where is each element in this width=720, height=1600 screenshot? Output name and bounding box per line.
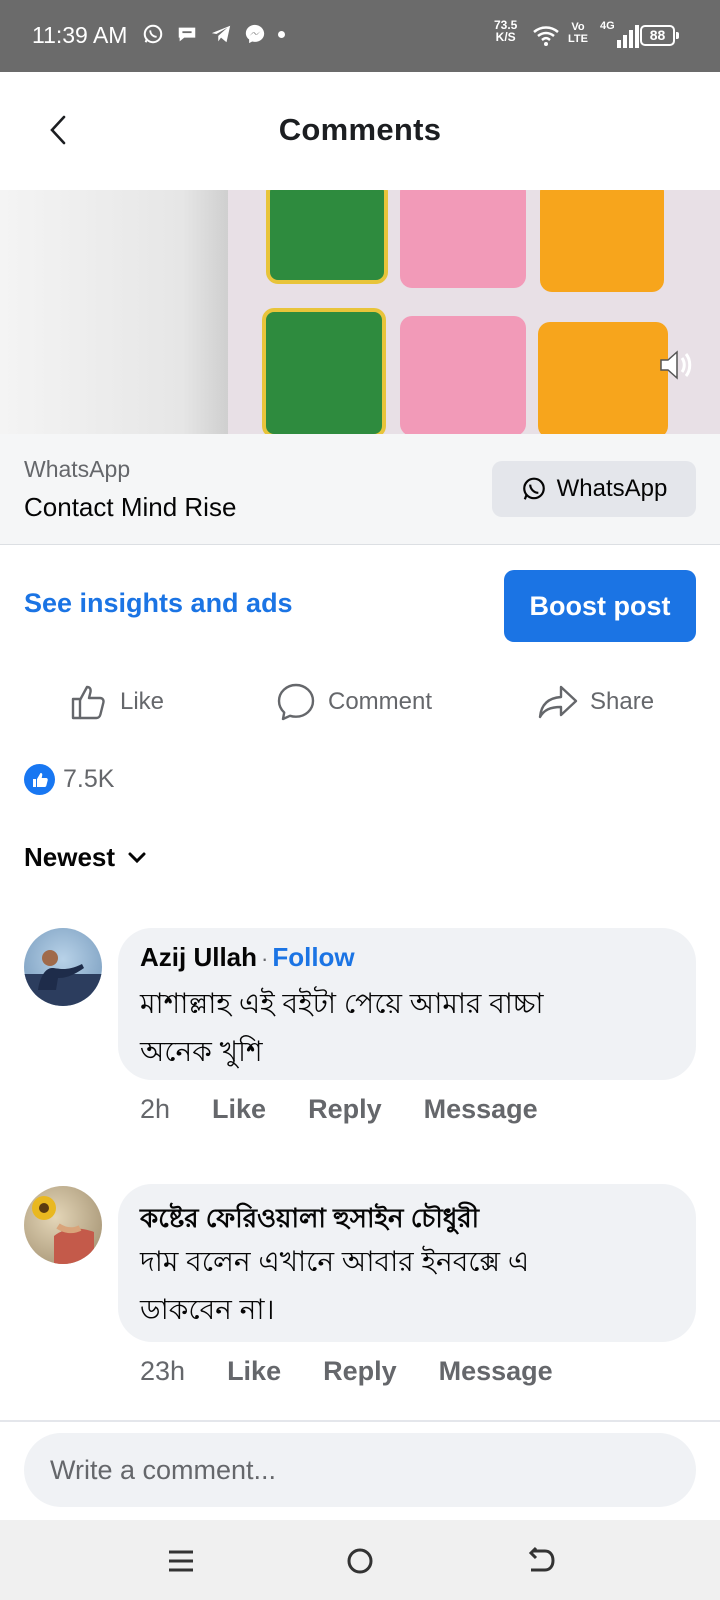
comment-reply-button[interactable]: Reply <box>323 1356 397 1387</box>
back-nav-button[interactable] <box>518 1538 564 1584</box>
comment-header: কষ্টের ফেরিওয়ালা হুসাইন চৌধুরী <box>140 1198 479 1242</box>
book-tile <box>540 190 664 292</box>
notification-icons <box>142 23 266 45</box>
comment-bubble: কষ্টের ফেরিওয়ালা হুসাইন চৌধুরী দাম বলেন… <box>118 1184 696 1342</box>
avatar-photo <box>32 1196 94 1264</box>
comment-author[interactable]: Azij Ullah <box>140 942 257 972</box>
divider <box>0 1420 720 1422</box>
like-action-button[interactable]: Like <box>70 680 164 724</box>
comment-sort-dropdown[interactable]: Newest <box>24 842 147 873</box>
book-tile <box>538 322 668 434</box>
comment-meta: 23h Like Reply Message <box>140 1356 595 1387</box>
comment-time: 2h <box>140 1094 171 1124</box>
see-insights-link[interactable]: See insights and ads <box>24 588 293 619</box>
chevron-down-icon <box>128 852 146 863</box>
volume-button[interactable] <box>652 342 698 388</box>
thumbs-up-icon <box>71 685 105 720</box>
volte-indicator: Vo LTE <box>568 21 588 45</box>
more-notifications-dot <box>278 31 285 38</box>
speaker-icon <box>660 350 692 380</box>
recents-button[interactable] <box>158 1538 204 1584</box>
chat-icon <box>178 27 196 42</box>
signal-icon: 4G <box>600 20 639 48</box>
share-arrow-icon <box>538 685 578 719</box>
status-bar: 11:39 AM 73.5 K/S Vo LTE 4G 88 <box>0 0 720 72</box>
reaction-count: 7.5K <box>63 765 115 793</box>
avatar-photo <box>24 950 102 1006</box>
comment-bubble-icon <box>277 683 315 721</box>
avatar[interactable] <box>24 1186 102 1264</box>
comment-input[interactable] <box>24 1433 696 1507</box>
back-arrow-icon <box>528 1546 555 1572</box>
comment-time: 23h <box>140 1356 186 1386</box>
post-video-preview[interactable] <box>0 190 720 434</box>
comment-like-button[interactable]: Like <box>212 1094 266 1125</box>
comment-text: মাশাল্লাহ এই বইটা পেয়ে আমার বাচ্চা অনেক… <box>140 988 544 1067</box>
like-reaction-icon <box>24 764 55 795</box>
share-action-button[interactable]: Share <box>538 680 654 724</box>
video-frame-left <box>0 190 228 434</box>
whatsapp-icon <box>522 477 545 500</box>
home-circle-icon <box>347 1548 373 1574</box>
whatsapp-cta-bar: WhatsApp Contact Mind Rise WhatsApp <box>0 434 720 545</box>
whatsapp-button-label: WhatsApp <box>556 475 668 502</box>
home-button[interactable] <box>337 1538 383 1584</box>
messenger-icon <box>245 24 265 44</box>
book-tile <box>400 190 526 288</box>
telegram-icon <box>211 25 231 43</box>
comment-message-button[interactable]: Message <box>424 1094 538 1125</box>
battery-indicator: 88 <box>640 25 679 46</box>
comment-reply-button[interactable]: Reply <box>308 1094 382 1125</box>
comment-message-button[interactable]: Message <box>439 1356 553 1387</box>
page-title: Comments <box>278 112 442 147</box>
comment-bubble: Azij Ullah · Follow মাশাল্লাহ এই বইটা পেয়… <box>118 928 696 1080</box>
sort-label: Newest <box>24 842 116 872</box>
separator-dot: · <box>261 946 269 971</box>
reaction-summary[interactable]: 7.5K <box>24 764 114 795</box>
menu-icon <box>169 1550 193 1572</box>
status-time: 11:39 AM <box>32 22 128 48</box>
whatsapp-icon <box>143 24 163 44</box>
comment-text: দাম বলেন এখানে আবার ইনবক্সে এ ডাকবেন না। <box>140 1246 530 1325</box>
book-tile <box>400 316 526 434</box>
system-navigation-bar <box>0 1520 720 1600</box>
comment-action-button[interactable]: Comment <box>276 680 432 724</box>
network-speed: 73.5 K/S <box>494 18 518 44</box>
comment-like-button[interactable]: Like <box>227 1356 281 1387</box>
whatsapp-button[interactable]: WhatsApp <box>492 461 696 517</box>
comment-meta: 2h Like Reply Message <box>140 1094 580 1125</box>
book-tile <box>262 308 386 434</box>
comment-author[interactable]: কষ্টের ফেরিওয়ালা হুসাইন চৌধুরী <box>140 1203 479 1233</box>
share-action-label: Share <box>590 688 655 715</box>
cta-label: WhatsApp <box>24 456 131 482</box>
wifi-icon <box>533 26 559 46</box>
like-action-label: Like <box>120 688 165 715</box>
boost-post-button[interactable]: Boost post <box>504 570 696 642</box>
comment-header: Azij Ullah · Follow <box>140 942 355 973</box>
cta-page-name: Contact Mind Rise <box>24 492 237 522</box>
comment-action-label: Comment <box>328 688 433 715</box>
book-tile <box>266 190 388 284</box>
follow-button[interactable]: Follow <box>272 942 354 972</box>
avatar[interactable] <box>24 928 102 1006</box>
video-frame-book <box>228 190 720 434</box>
comments-header: Comments <box>0 72 720 190</box>
